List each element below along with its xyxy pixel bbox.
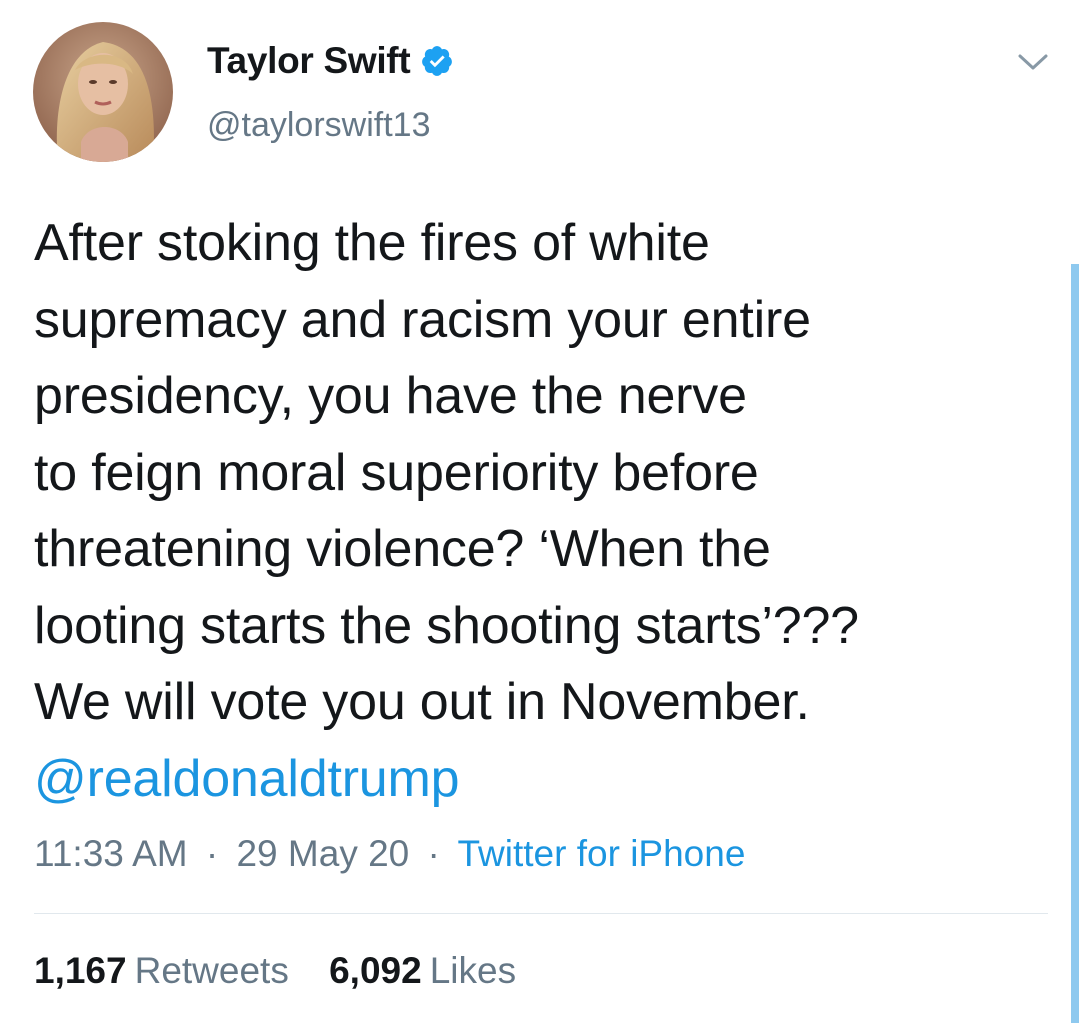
author-handle[interactable]: @taylorswift13 (207, 106, 430, 145)
tweet-time[interactable]: 11:33 AM (34, 833, 188, 874)
retweets-label: Retweets (134, 950, 289, 991)
likes-stat[interactable]: 6,092 Likes (329, 950, 516, 991)
tweet-text-line: to feign moral superiority before (34, 443, 759, 502)
tweet-header: Taylor Swift @taylorswift13 (0, 0, 1080, 180)
divider (34, 913, 1048, 914)
meta-separator: · (205, 833, 219, 874)
display-name-row[interactable]: Taylor Swift (207, 38, 454, 84)
likes-label: Likes (429, 950, 517, 991)
tweet-stats: 1,167 Retweets 6,092 Likes (34, 950, 546, 992)
tweet-text-line: supremacy and racism your entire (34, 290, 811, 349)
avatar-image (33, 22, 173, 162)
tweet-meta: 11:33 AM · 29 May 20 · Twitter for iPhon… (34, 833, 745, 875)
avatar[interactable] (33, 22, 173, 162)
tweet-text-line: looting starts the shooting starts’??? (34, 596, 859, 655)
verified-badge-icon (420, 44, 454, 78)
tweet-text-line: presidency, you have the nerve (34, 367, 747, 425)
retweets-count: 1,167 (34, 950, 127, 991)
tweet-text-line: We will vote you out in November. (34, 673, 810, 731)
display-name: Taylor Swift (207, 40, 411, 81)
tweet-text: After stoking the fires of white suprema… (34, 205, 1044, 817)
chevron-down-icon[interactable] (1016, 50, 1050, 74)
scrollbar[interactable] (1071, 264, 1079, 1023)
retweets-stat[interactable]: 1,167 Retweets (34, 950, 299, 991)
likes-count: 6,092 (329, 950, 422, 991)
tweet-source-link[interactable]: Twitter for iPhone (458, 833, 746, 874)
tweet-date[interactable]: 29 May 20 (236, 833, 409, 874)
tweet-text-line: threatening violence? ‘When the (34, 520, 771, 578)
mention-link[interactable]: @realdonaldtrump (34, 741, 1044, 818)
tweet-text-line: After stoking the fires of white (34, 214, 710, 272)
meta-separator: · (427, 833, 440, 874)
